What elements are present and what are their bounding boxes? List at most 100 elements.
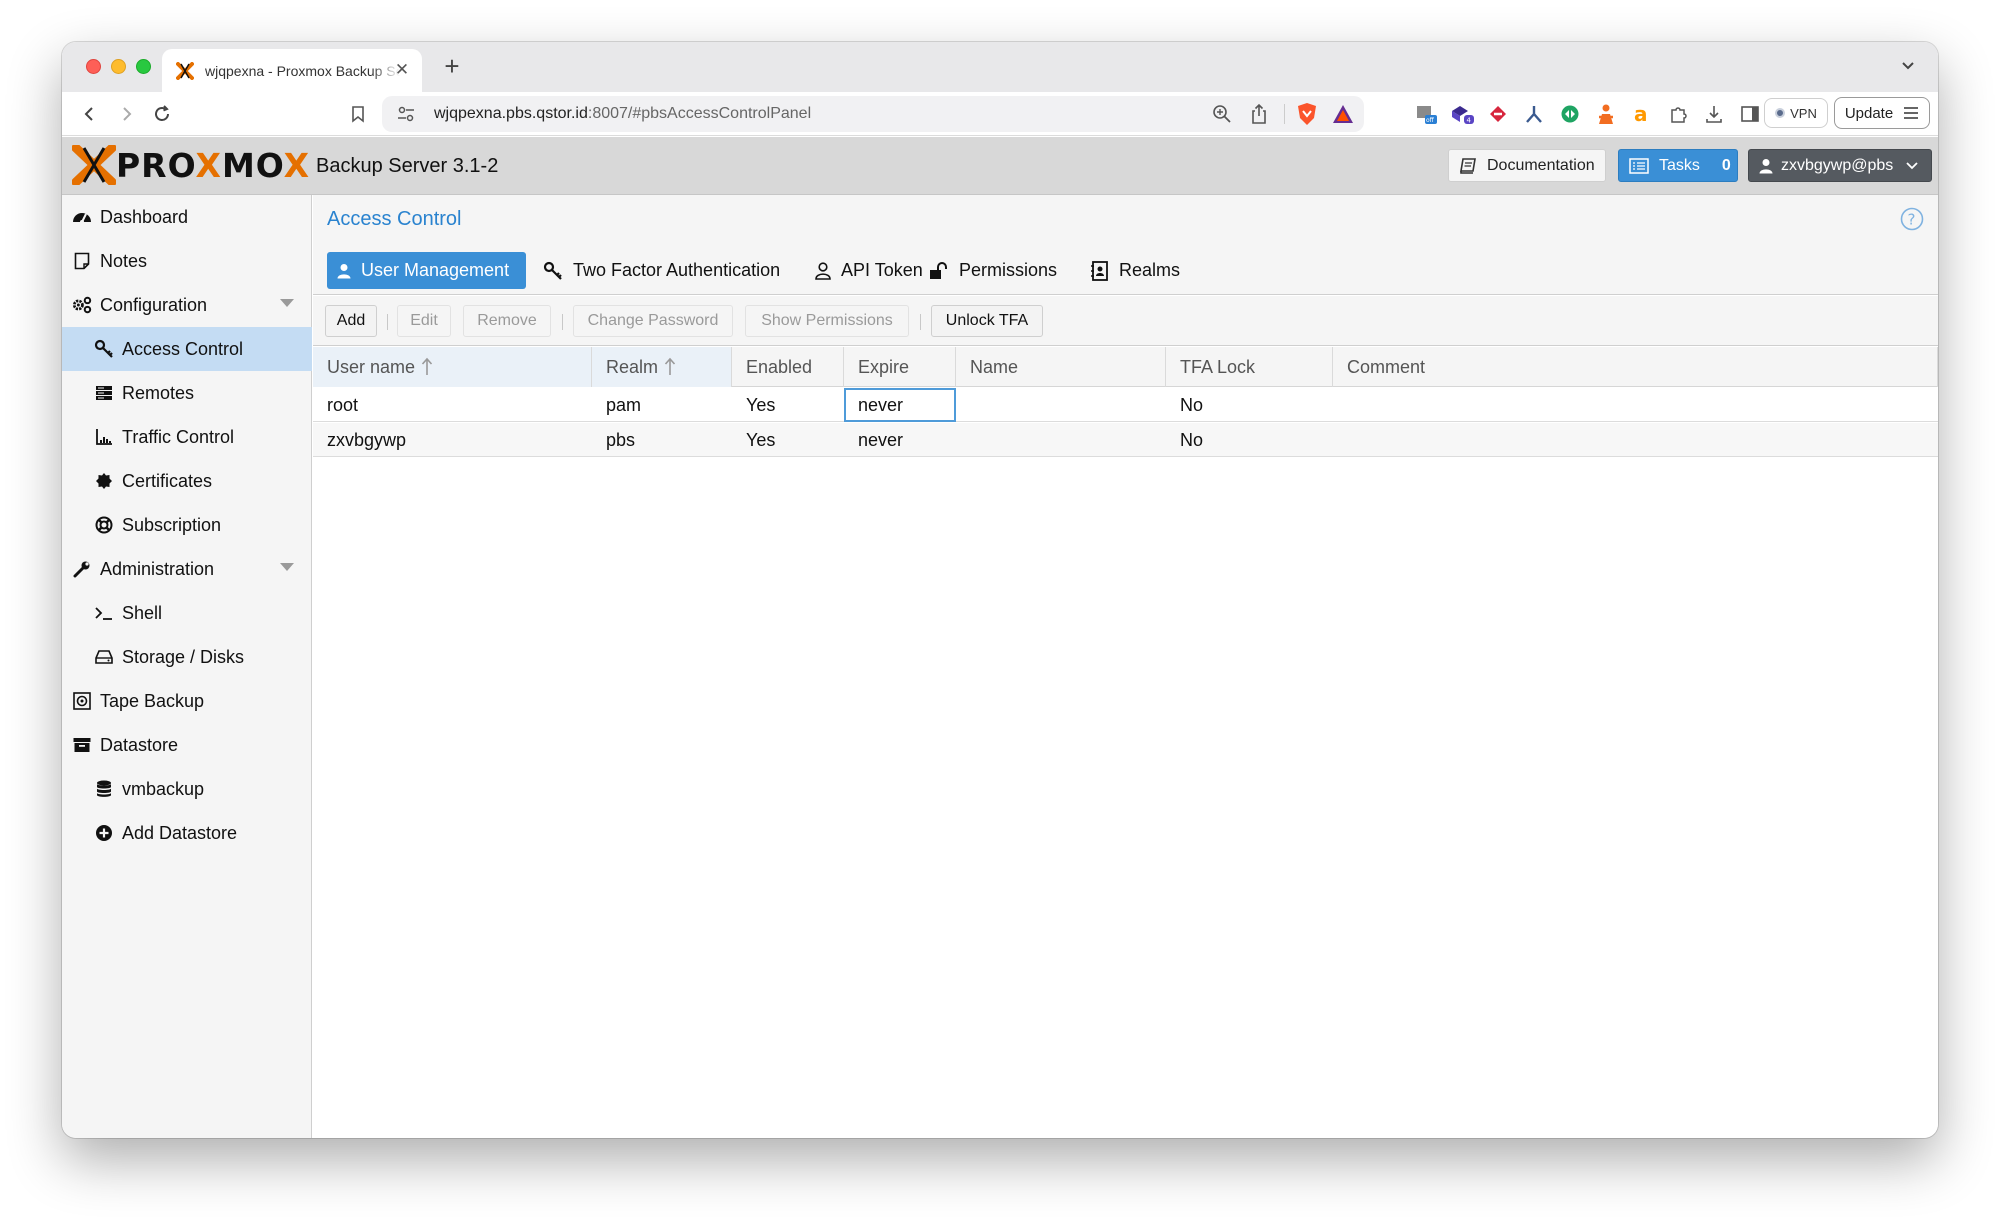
sidebar-toggle-icon[interactable] [1738, 102, 1762, 126]
new-tab-button[interactable]: + [438, 52, 466, 80]
sidebar-item-subscription[interactable]: Subscription [62, 503, 312, 547]
close-window-button[interactable] [86, 59, 101, 74]
documentation-button[interactable]: Documentation [1448, 149, 1606, 182]
address-bar[interactable]: wjqpexna.pbs.qstor.id:8007/#pbsAccessCon… [382, 96, 1364, 132]
update-button[interactable]: Update [1834, 97, 1930, 129]
share-icon[interactable] [1250, 103, 1268, 130]
sidebar-item-tape-backup[interactable]: Tape Backup [62, 679, 312, 723]
minimize-window-button[interactable] [111, 59, 126, 74]
forward-button[interactable] [112, 101, 140, 127]
sidebar-item-datastore[interactable]: Datastore [62, 723, 312, 767]
edit-button[interactable]: Edit [397, 305, 451, 337]
sidebar-item-label: Traffic Control [122, 426, 235, 447]
sidebar-item-label: Subscription [122, 514, 222, 535]
user-icon [337, 263, 351, 278]
sidebar-item-configuration[interactable]: Configuration [62, 283, 312, 327]
table-row[interactable]: root pam Yes never No [313, 388, 1938, 422]
zoom-icon[interactable] [1212, 104, 1232, 129]
column-header-comment[interactable]: Comment [1333, 347, 1938, 387]
column-label: Expire [858, 356, 910, 377]
user-menu-button[interactable]: zxvbgywp@pbs [1748, 149, 1932, 182]
sidebar-item-administration[interactable]: Administration [62, 547, 312, 591]
extension-icon-1[interactable]: off [1414, 102, 1438, 126]
svg-text:4: 4 [1467, 117, 1472, 125]
vpn-status-icon [1775, 108, 1786, 118]
cell-user-name: zxvbgywp [327, 429, 407, 450]
tab-label: Realms [1119, 260, 1181, 280]
add-button[interactable]: Add [325, 305, 377, 337]
unlock-tfa-button[interactable]: Unlock TFA [931, 305, 1043, 337]
key-icon [94, 339, 114, 359]
urlbar-divider [1284, 104, 1285, 124]
tab-api-token[interactable]: API Token [805, 252, 933, 289]
table-row[interactable]: zxvbgywp pbs Yes never No [313, 423, 1938, 457]
extension-icon-6[interactable] [1594, 102, 1618, 126]
cell-tfa-lock: No [1180, 394, 1204, 415]
column-header-tfa-lock[interactable]: TFA Lock [1166, 347, 1333, 387]
cell-enabled: Yes [746, 429, 776, 450]
column-header-user-name[interactable]: User name [313, 347, 592, 387]
sidebar-item-access-control[interactable]: Access Control [62, 327, 312, 371]
tab-list-chevron-icon[interactable] [1898, 56, 1918, 76]
unlock-icon [930, 261, 947, 279]
site-settings-icon[interactable] [396, 105, 416, 128]
sidebar-item-vmbackup[interactable]: vmbackup [62, 767, 312, 811]
tab-two-factor-authentication[interactable]: Two Factor Authentication [533, 252, 790, 289]
extension-icon-5[interactable] [1558, 102, 1582, 126]
svg-text:off: off [1426, 117, 1435, 124]
proxmox-favicon-icon [174, 60, 196, 82]
sidebar-item-add-datastore[interactable]: Add Datastore [62, 811, 312, 855]
tab-permissions[interactable]: Permissions [919, 252, 1067, 289]
column-header-name[interactable]: Name [956, 347, 1166, 387]
extension-icon-7[interactable]: a [1630, 102, 1654, 126]
cell-expire[interactable]: never [844, 388, 956, 422]
column-header-realm[interactable]: Realm [592, 347, 732, 387]
sidebar-item-storage-disks[interactable]: Storage / Disks [62, 635, 312, 679]
column-header-enabled[interactable]: Enabled [732, 347, 844, 387]
remove-button[interactable]: Remove [463, 305, 551, 337]
proxmox-logo: PROXMOX [72, 145, 310, 185]
help-icon[interactable]: ? [1900, 207, 1924, 231]
archive-icon [72, 735, 92, 755]
sidebar-item-notes[interactable]: Notes [62, 239, 312, 283]
sidebar-item-certificates[interactable]: Certificates [62, 459, 312, 503]
bookmark-button[interactable] [344, 101, 372, 127]
back-button[interactable] [76, 101, 104, 127]
extension-icon-2[interactable]: 4 [1450, 102, 1474, 126]
extension-icon-4[interactable] [1522, 102, 1546, 126]
column-header-expire[interactable]: Expire [844, 347, 956, 387]
extension-icon-3[interactable] [1486, 102, 1510, 126]
tasks-list-icon [1629, 157, 1649, 174]
cell-realm: pbs [606, 429, 636, 450]
tasks-button[interactable]: Tasks 0 [1618, 149, 1738, 182]
brave-rewards-icon[interactable] [1332, 104, 1354, 129]
toolbar-separator [562, 314, 563, 330]
proxmox-x-logo-icon [72, 145, 116, 185]
server-icon [94, 383, 114, 403]
tab-realms[interactable]: Realms [1081, 252, 1190, 289]
close-tab-icon[interactable]: ✕ [392, 60, 412, 80]
sidebar-item-traffic-control[interactable]: Traffic Control [62, 415, 312, 459]
sidebar-item-remotes[interactable]: Remotes [62, 371, 312, 415]
users-grid-header: User name Realm Enabled Expire Name TFA … [313, 347, 1938, 387]
vpn-button[interactable]: VPN [1764, 98, 1828, 128]
sidebar-item-dashboard[interactable]: Dashboard [62, 195, 312, 239]
show-permissions-button[interactable]: Show Permissions [745, 305, 909, 337]
maximize-window-button[interactable] [136, 59, 151, 74]
vpn-label: VPN [1790, 105, 1817, 121]
sidebar-item-shell[interactable]: Shell [62, 591, 312, 635]
downloads-icon[interactable] [1702, 102, 1726, 126]
brave-shield-icon[interactable] [1296, 102, 1318, 131]
browser-tab[interactable]: wjqpexna - Proxmox Backup Server ✕ [162, 49, 422, 92]
gears-icon [72, 295, 92, 315]
collapse-caret-icon[interactable] [280, 299, 294, 307]
reload-button[interactable] [148, 101, 176, 127]
extensions-puzzle-icon[interactable] [1666, 102, 1690, 126]
url-text[interactable]: wjqpexna.pbs.qstor.id:8007/#pbsAccessCon… [434, 105, 811, 123]
sidebar-item-label: Notes [100, 250, 148, 271]
column-label: Enabled [746, 356, 813, 377]
collapse-caret-icon[interactable] [280, 563, 294, 571]
change-password-button[interactable]: Change Password [573, 305, 733, 337]
tasks-label: Tasks [1659, 156, 1700, 174]
tab-user-management[interactable]: User Management [327, 252, 526, 289]
